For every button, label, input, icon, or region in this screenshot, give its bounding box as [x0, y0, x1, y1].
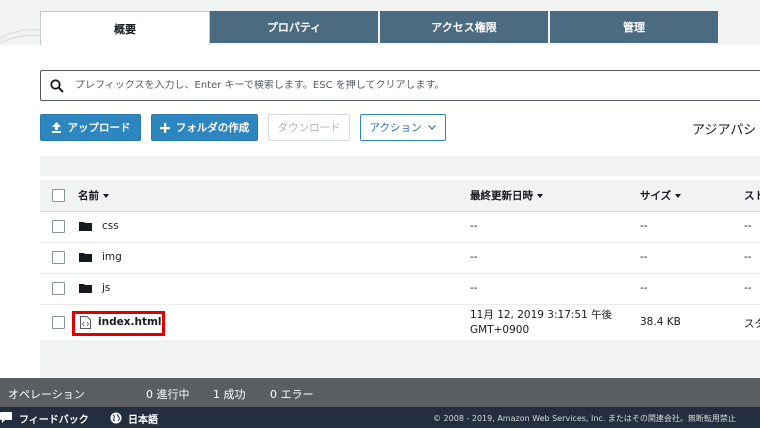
table-header: 名前 最終更新日時 サイズ スト [40, 180, 760, 212]
storage-cell: スタ [744, 318, 760, 330]
sort-caret-icon [675, 194, 682, 198]
globe-icon [110, 412, 122, 427]
object-name-link[interactable]: css [102, 220, 119, 232]
table-row[interactable]: img -- -- -- [40, 243, 760, 274]
search-input[interactable] [75, 80, 760, 91]
row-checkbox[interactable] [52, 316, 65, 329]
search-box[interactable] [40, 70, 760, 101]
search-icon [50, 78, 64, 93]
sort-caret-icon [537, 194, 543, 198]
tab-permissions[interactable]: アクセス権限 [380, 11, 548, 43]
row-checkbox[interactable] [52, 251, 65, 264]
operations-in-progress: 0 進行中 [146, 388, 190, 401]
column-header-modified[interactable]: 最終更新日時 [470, 188, 543, 203]
row-checkbox[interactable] [52, 282, 65, 295]
select-all-checkbox[interactable] [52, 189, 65, 202]
upload-icon [51, 122, 62, 133]
region-label: アジアパシ [692, 123, 757, 138]
decorative-lines [0, 29, 40, 44]
tab-management[interactable]: 管理 [550, 11, 718, 43]
sort-caret-icon [103, 194, 109, 198]
storage-cell: -- [744, 251, 752, 263]
operations-success: 1 成功 [213, 388, 246, 401]
folder-icon [79, 252, 92, 265]
modified-cell: -- [470, 251, 478, 263]
modified-cell: 11月 12, 2019 3:17:51 午後 GMT+0900 [470, 309, 613, 336]
table-row[interactable]: css -- -- -- [40, 212, 760, 243]
operations-label: オペレーション [8, 388, 85, 401]
footer: フィードバック 日本語 © 2008 - 2019, Amazon Web Se… [0, 407, 760, 428]
copyright-text: © 2008 - 2019, Amazon Web Services, Inc.… [433, 414, 736, 423]
size-cell: -- [640, 220, 648, 232]
row-checkbox[interactable] [52, 220, 65, 233]
object-name-link[interactable]: js [102, 282, 110, 294]
column-header-storage[interactable]: スト [744, 188, 760, 203]
table-top-strip [40, 156, 760, 176]
folder-icon [79, 221, 92, 234]
modified-cell: -- [470, 282, 478, 294]
column-header-name[interactable]: 名前 [78, 188, 109, 203]
operations-bar[interactable]: オペレーション 0 進行中 1 成功 0 エラー [0, 378, 760, 407]
create-folder-button[interactable]: フォルダの作成 [151, 114, 258, 141]
actions-dropdown[interactable]: アクション [360, 114, 446, 141]
size-cell: 38.4 KB [640, 316, 681, 328]
folder-icon [79, 283, 92, 296]
size-cell: -- [640, 282, 648, 294]
size-cell: -- [640, 251, 648, 263]
modified-cell: -- [470, 220, 478, 232]
object-name-link[interactable]: img [102, 251, 122, 263]
feedback-icon [0, 412, 12, 426]
column-header-size[interactable]: サイズ [640, 188, 682, 203]
language-selector[interactable]: 日本語 [128, 411, 158, 426]
chevron-down-icon [428, 125, 437, 130]
upload-button[interactable]: アップロード [40, 114, 141, 141]
feedback-link[interactable]: フィードバック [19, 411, 89, 426]
table-bottom-strip [40, 340, 760, 378]
highlight-box [72, 311, 165, 336]
tab-properties[interactable]: プロパティ [210, 11, 378, 43]
plus-icon [159, 122, 170, 133]
tab-overview[interactable]: 概要 [40, 11, 210, 45]
download-button[interactable]: ダウンロード [268, 114, 350, 141]
storage-cell: -- [744, 220, 752, 232]
storage-cell: -- [744, 282, 752, 294]
operations-errors: 0 エラー [270, 388, 314, 401]
table-row[interactable]: js -- -- -- [40, 274, 760, 305]
